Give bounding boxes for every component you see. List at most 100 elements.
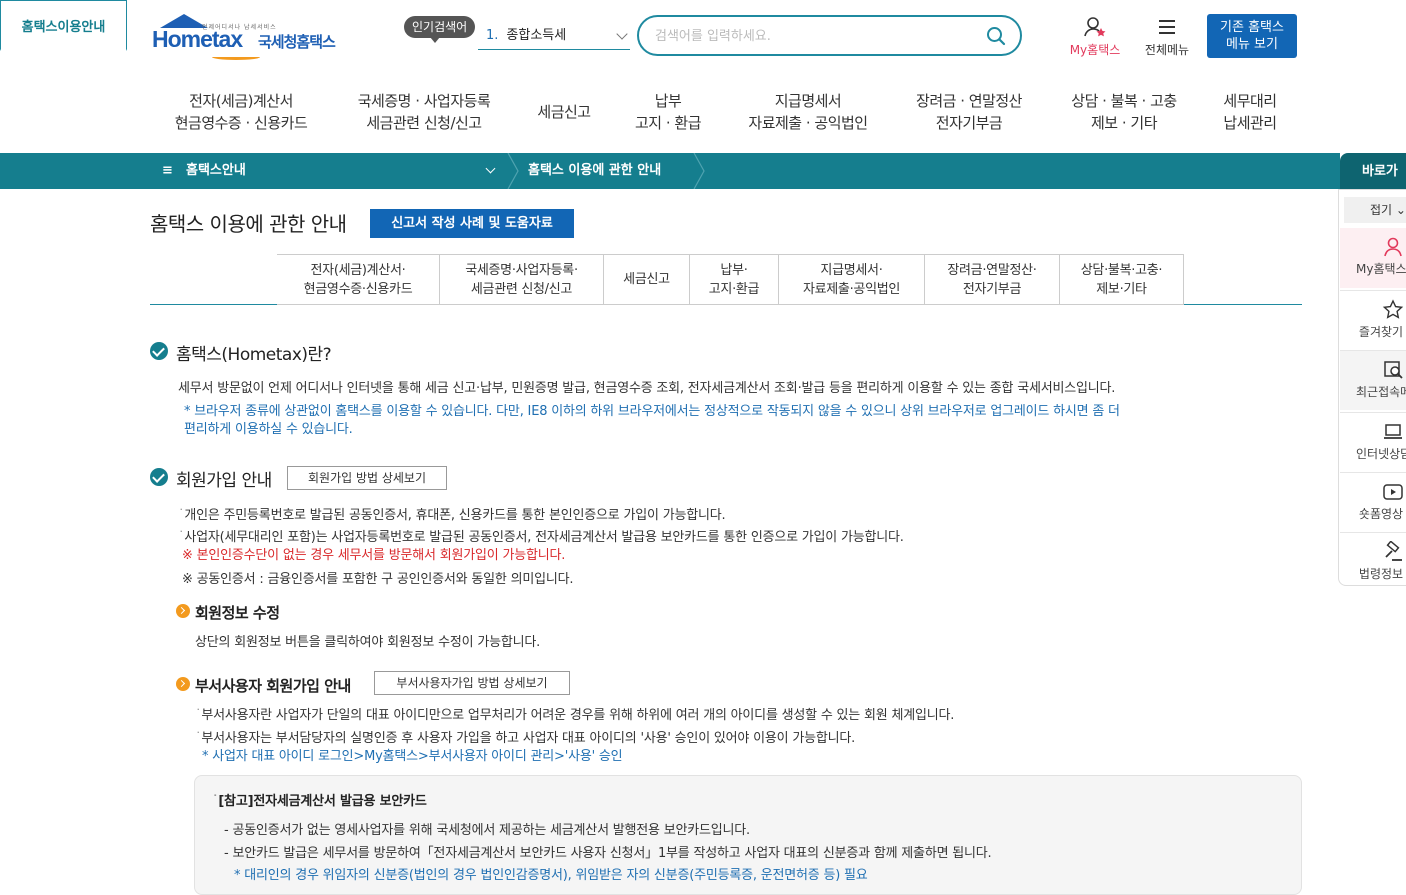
my-hometax-label: My홈택스: [1069, 43, 1121, 57]
recent-menu-icon: [1384, 361, 1403, 379]
gnb-label-1: 납부: [654, 92, 682, 110]
gnb-label-2: 고지 · 환급: [634, 114, 702, 132]
gnb-label-1: 세금신고: [537, 103, 591, 121]
tab-payment-statement[interactable]: 지급명세서· 자료제출·공익법인: [779, 254, 925, 305]
all-menu-label: 전체메뉴: [1144, 43, 1190, 57]
gnb-payment-statement[interactable]: 지급명세서자료제출 · 공익법인: [736, 90, 880, 134]
tab-e-invoice[interactable]: 전자(세금)계산서· 현금영수증·신용카드: [277, 254, 440, 305]
chevron-down-icon: [616, 28, 628, 40]
gnb-label-1: 지급명세서: [774, 92, 842, 110]
breadcrumb-level1[interactable]: ≡ 홈택스안내: [150, 153, 506, 189]
gnb-payment[interactable]: 납부고지 · 환급: [620, 90, 716, 134]
filing-guide-button[interactable]: 신고서 작성 사례 및 도움자료: [370, 209, 574, 238]
search-icon[interactable]: [986, 26, 1006, 46]
chevron-down-icon: [485, 163, 496, 174]
certificate-note: ※ 공동인증서 : 금융인증서를 포함한 구 공인인증서와 동일한 의미입니다.: [182, 572, 574, 587]
gnb-e-invoice[interactable]: 전자(세금)계산서현금영수증 · 신용카드: [166, 90, 316, 134]
gnb-certificate[interactable]: 국세증명 · 사업자등록 세금관련 신청/신고: [344, 90, 504, 134]
quick-fold-button[interactable]: 접기 ⌄: [1344, 197, 1406, 223]
breadcrumb-level2[interactable]: 홈택스 이용에 관한 안내: [528, 153, 661, 189]
logo-wordmark: Hometax: [152, 26, 243, 52]
old-menu-line1: 기존 홈택스: [1220, 20, 1284, 35]
gnb-label-1: 세무대리: [1223, 92, 1277, 110]
tab-tax-filing[interactable]: 세금신고: [604, 254, 690, 305]
tab-label-2: 전자기부금: [962, 281, 1022, 297]
quick-item-shortform[interactable]: 숏폼영상: [1340, 472, 1406, 532]
quick-item-label: 법령정보: [1358, 567, 1404, 581]
tab-label-1: 장려금·연말정산·: [947, 262, 1037, 278]
gnb-label-2: 세금관련 신청/신고: [366, 114, 482, 132]
tab-label-1: 세금신고: [623, 272, 670, 287]
tab-label-2: 세금관련 신청/신고: [470, 281, 573, 297]
breadcrumb-level1-label: 홈택스안내: [186, 163, 246, 178]
reference-note: * 대리인의 경우 위임자의 신분증(법인의 경우 법인인감증명서), 위임받은…: [234, 868, 868, 883]
quick-menu-title: 바로가기: [1340, 153, 1406, 217]
gnb-label-2: 자료제출 · 공익법인: [748, 114, 868, 132]
tab-hometax-guide[interactable]: 홈택스이용안내: [0, 0, 127, 51]
gnb-label-2: 제보 · 기타: [1090, 114, 1158, 132]
search-box: [637, 15, 1022, 56]
quick-item-recent[interactable]: 최근접속메뉴: [1340, 350, 1406, 410]
dept-user-text: 부서사용자는 부서담당자의 실명인증 후 사용자 가입을 하고 사업자 대표 아…: [201, 731, 856, 746]
quick-item-online-consult[interactable]: 인터넷상담: [1340, 412, 1406, 472]
gnb-label-1: 전자(세금)계산서: [189, 92, 293, 110]
breadcrumb-separator-icon: [693, 153, 705, 189]
signup-item-text: 개인은 주민등록번호로 발급된 공동인증서, 휴대폰, 신용카드를 통한 본인인…: [184, 508, 726, 523]
reference-title-text: [참고]전자세금계산서 발급용 보안카드: [218, 794, 427, 809]
tab-label-1: 국세증명·사업자등록·: [465, 262, 578, 278]
gnb-tax-filing[interactable]: 세금신고: [524, 101, 604, 123]
subsection-title-dept-user: 부서사용자 회원가입 안내: [195, 677, 351, 695]
hamburger-icon: ≡: [162, 163, 173, 178]
gnb-tax-agent[interactable]: 세무대리납세관리: [1208, 90, 1292, 134]
tab-label-2: 고지·환급: [708, 281, 760, 297]
browser-note-cont: 편리하게 이용하실 수 있습니다.: [184, 422, 353, 437]
quick-item-label: 즐겨찾기: [1358, 325, 1404, 339]
all-menu-button[interactable]: 전체메뉴: [1138, 16, 1196, 58]
tab-label-2: 현금영수증·신용카드: [303, 281, 413, 297]
my-hometax-button[interactable]: My홈택스: [1062, 16, 1128, 58]
gnb-incentive[interactable]: 장려금 · 연말정산 전자기부금: [900, 90, 1038, 134]
hometax-logo[interactable]: 언제어디서나 납세서비스 Hometax 국세청홈택스: [152, 14, 352, 62]
old-hometax-menu-button[interactable]: 기존 홈택스 메뉴 보기: [1207, 14, 1297, 58]
tab-label-2: 제보·기타: [1096, 281, 1147, 297]
tab-payment[interactable]: 납부· 고지·환급: [690, 254, 779, 305]
dept-user-detail-button[interactable]: 부서사용자가입 방법 상세보기: [374, 671, 570, 695]
tab-certificate[interactable]: 국세증명·사업자등록· 세금관련 신청/신고: [440, 254, 604, 305]
search-input[interactable]: [655, 26, 975, 46]
old-menu-line2: 메뉴 보기: [1226, 37, 1278, 52]
gnb-consultation[interactable]: 상담 · 불복 · 고충제보 · 기타: [1056, 90, 1192, 134]
chevron-right-icon: [176, 604, 190, 618]
popular-rank: 1.: [486, 28, 499, 43]
gavel-icon: [1385, 541, 1402, 561]
hamburger-icon: [1159, 20, 1175, 34]
gnb-label-1: 상담 · 불복 · 고충: [1071, 92, 1177, 110]
quick-item-law[interactable]: 법령정보: [1340, 532, 1406, 592]
breadcrumb-separator-icon: [507, 153, 519, 189]
reference-line1: - 공동인증서가 없는 영세사업자를 위해 국세청에서 제공하는 세금계산서 발…: [224, 819, 750, 838]
user-icon: [1084, 17, 1106, 37]
logo-korean-name: 국세청홈택스: [258, 33, 336, 51]
quick-item-label: My홈택스: [1356, 262, 1406, 276]
signup-detail-button[interactable]: 회원가입 방법 상세보기: [287, 466, 447, 490]
chevron-down-icon: ⌄: [1392, 203, 1406, 217]
section-desc: 세무서 방문없이 언제 어디서나 인터넷을 통해 세금 신고·납부, 민원증명 …: [178, 381, 1116, 396]
popular-search-badge: 인기검색어: [404, 16, 476, 38]
quick-item-favorites[interactable]: 즐겨찾기: [1340, 290, 1406, 350]
dept-user-item2: ˙부서사용자는 부서담당자의 실명인증 후 사용자 가입을 하고 사업자 대표 …: [195, 727, 855, 746]
signup-item-individual: ˙개인은 주민등록번호로 발급된 공동인증서, 휴대폰, 신용카드를 통한 본인…: [178, 504, 726, 523]
section-title-signup: 회원가입 안내: [176, 471, 272, 491]
quick-item-label: 인터넷상담: [1356, 447, 1406, 461]
logo-swoosh-icon: [212, 54, 260, 60]
reference-line1-text: 공동인증서가 없는 영세사업자를 위해 국세청에서 제공하는 세금계산서 발행전…: [232, 823, 750, 838]
tab-consultation[interactable]: 상담·불복·고충· 제보·기타: [1060, 254, 1184, 305]
check-circle-icon: [150, 342, 168, 360]
tab-incentive[interactable]: 장려금·연말정산· 전자기부금: [925, 254, 1060, 305]
gnb-label-2: 전자기부금: [935, 114, 1003, 132]
popular-search-select[interactable]: 1. 종합소득세: [478, 22, 630, 50]
dept-user-text: 부서사용자란 사업자가 단일의 대표 아이디만으로 업무처리가 어려운 경우를 …: [201, 708, 955, 723]
gnb-label-2: 납세관리: [1223, 114, 1277, 132]
laptop-icon: [1384, 424, 1402, 439]
gnb-label-2: 현금영수증 · 신용카드: [174, 114, 308, 132]
tab-label-1: 상담·불복·고충·: [1080, 262, 1163, 278]
quick-item-my-hometax[interactable]: My홈택스: [1340, 228, 1406, 288]
